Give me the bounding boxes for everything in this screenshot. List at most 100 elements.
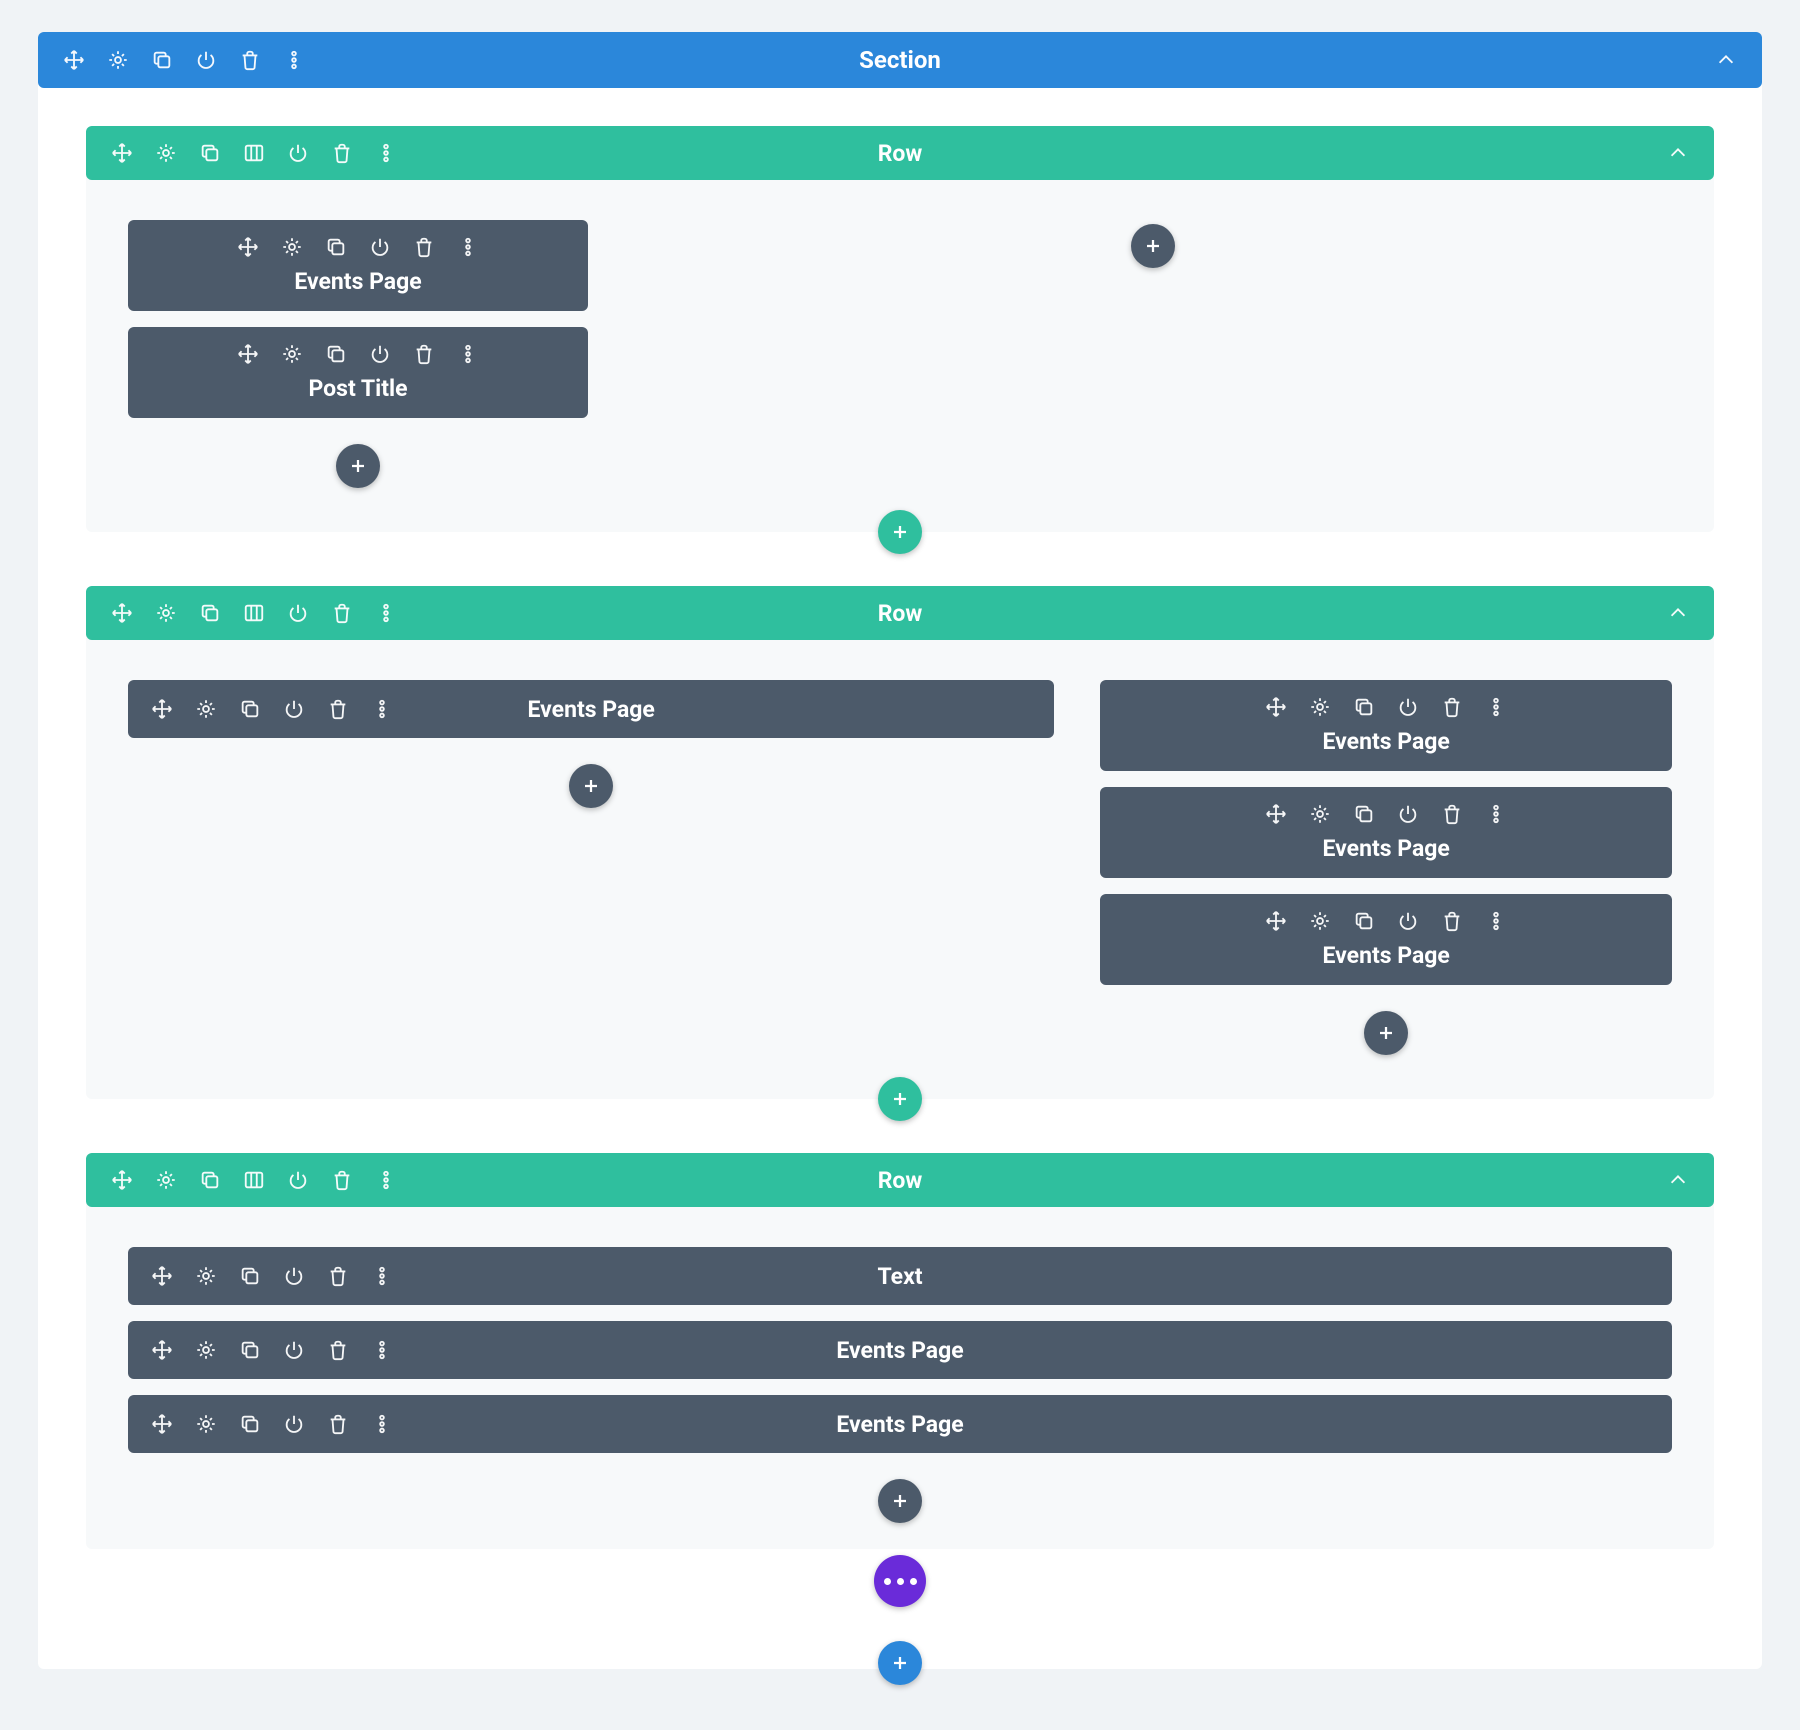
more-icon[interactable] xyxy=(456,342,480,366)
more-icon[interactable] xyxy=(374,141,398,165)
power-icon[interactable] xyxy=(1396,909,1420,933)
trash-icon[interactable] xyxy=(330,601,354,625)
gear-icon[interactable] xyxy=(1308,909,1332,933)
power-icon[interactable] xyxy=(1396,802,1420,826)
trash-icon[interactable] xyxy=(330,1168,354,1192)
row-header[interactable]: Row xyxy=(86,586,1714,640)
move-icon[interactable] xyxy=(62,48,86,72)
trash-icon[interactable] xyxy=(1440,802,1464,826)
clone-icon[interactable] xyxy=(1352,802,1376,826)
power-icon[interactable] xyxy=(282,1338,306,1362)
power-icon[interactable] xyxy=(286,1168,310,1192)
more-icon[interactable] xyxy=(370,1338,394,1362)
columns-icon[interactable] xyxy=(242,141,266,165)
add-module-button[interactable] xyxy=(1131,224,1175,268)
more-icon[interactable] xyxy=(374,1168,398,1192)
module-events-page[interactable]: Events Page xyxy=(1100,894,1672,985)
move-icon[interactable] xyxy=(1264,695,1288,719)
columns-icon[interactable] xyxy=(242,1168,266,1192)
move-icon[interactable] xyxy=(150,1338,174,1362)
module-post-title[interactable]: Post Title xyxy=(128,327,588,418)
more-icon[interactable] xyxy=(1484,695,1508,719)
clone-icon[interactable] xyxy=(1352,695,1376,719)
module-events-page[interactable]: Events Page xyxy=(1100,787,1672,878)
trash-icon[interactable] xyxy=(326,697,350,721)
clone-icon[interactable] xyxy=(198,1168,222,1192)
gear-icon[interactable] xyxy=(154,601,178,625)
move-icon[interactable] xyxy=(236,235,260,259)
more-icon[interactable] xyxy=(1484,909,1508,933)
clone-icon[interactable] xyxy=(238,1264,262,1288)
move-icon[interactable] xyxy=(150,697,174,721)
gear-icon[interactable] xyxy=(194,697,218,721)
gear-icon[interactable] xyxy=(154,141,178,165)
chevron-up-icon[interactable] xyxy=(1666,141,1690,165)
gear-icon[interactable] xyxy=(154,1168,178,1192)
row-header[interactable]: Row xyxy=(86,126,1714,180)
module-events-page[interactable]: Events Page xyxy=(1100,680,1672,771)
move-icon[interactable] xyxy=(110,601,134,625)
move-icon[interactable] xyxy=(110,141,134,165)
more-icon[interactable] xyxy=(1484,802,1508,826)
more-actions-button[interactable] xyxy=(874,1555,926,1607)
clone-icon[interactable] xyxy=(238,697,262,721)
power-icon[interactable] xyxy=(282,1412,306,1436)
more-icon[interactable] xyxy=(370,1412,394,1436)
power-icon[interactable] xyxy=(194,48,218,72)
module-events-page[interactable]: Events Page xyxy=(128,1395,1672,1453)
power-icon[interactable] xyxy=(286,601,310,625)
clone-icon[interactable] xyxy=(238,1412,262,1436)
add-section-button[interactable] xyxy=(878,1641,922,1685)
move-icon[interactable] xyxy=(236,342,260,366)
gear-icon[interactable] xyxy=(280,342,304,366)
clone-icon[interactable] xyxy=(324,342,348,366)
gear-icon[interactable] xyxy=(194,1412,218,1436)
gear-icon[interactable] xyxy=(1308,802,1332,826)
chevron-up-icon[interactable] xyxy=(1714,48,1738,72)
trash-icon[interactable] xyxy=(326,1264,350,1288)
clone-icon[interactable] xyxy=(150,48,174,72)
power-icon[interactable] xyxy=(286,141,310,165)
trash-icon[interactable] xyxy=(1440,909,1464,933)
more-icon[interactable] xyxy=(370,697,394,721)
more-icon[interactable] xyxy=(370,1264,394,1288)
add-module-button[interactable] xyxy=(336,444,380,488)
power-icon[interactable] xyxy=(1396,695,1420,719)
row-header[interactable]: Row xyxy=(86,1153,1714,1207)
add-module-button[interactable] xyxy=(1364,1011,1408,1055)
gear-icon[interactable] xyxy=(280,235,304,259)
add-row-button[interactable] xyxy=(878,510,922,554)
trash-icon[interactable] xyxy=(326,1412,350,1436)
chevron-up-icon[interactable] xyxy=(1666,601,1690,625)
module-events-page[interactable]: Events Page xyxy=(128,1321,1672,1379)
module-events-page[interactable]: Events Page xyxy=(128,680,1054,738)
trash-icon[interactable] xyxy=(1440,695,1464,719)
add-module-button[interactable] xyxy=(878,1479,922,1523)
add-row-button[interactable] xyxy=(878,1077,922,1121)
move-icon[interactable] xyxy=(110,1168,134,1192)
power-icon[interactable] xyxy=(368,235,392,259)
move-icon[interactable] xyxy=(150,1264,174,1288)
trash-icon[interactable] xyxy=(326,1338,350,1362)
gear-icon[interactable] xyxy=(106,48,130,72)
gear-icon[interactable] xyxy=(194,1338,218,1362)
power-icon[interactable] xyxy=(282,697,306,721)
gear-icon[interactable] xyxy=(194,1264,218,1288)
section-header[interactable]: Section xyxy=(38,32,1762,88)
clone-icon[interactable] xyxy=(238,1338,262,1362)
power-icon[interactable] xyxy=(368,342,392,366)
clone-icon[interactable] xyxy=(198,141,222,165)
trash-icon[interactable] xyxy=(330,141,354,165)
chevron-up-icon[interactable] xyxy=(1666,1168,1690,1192)
trash-icon[interactable] xyxy=(412,235,436,259)
move-icon[interactable] xyxy=(1264,802,1288,826)
clone-icon[interactable] xyxy=(198,601,222,625)
more-icon[interactable] xyxy=(282,48,306,72)
clone-icon[interactable] xyxy=(1352,909,1376,933)
gear-icon[interactable] xyxy=(1308,695,1332,719)
power-icon[interactable] xyxy=(282,1264,306,1288)
move-icon[interactable] xyxy=(1264,909,1288,933)
trash-icon[interactable] xyxy=(238,48,262,72)
trash-icon[interactable] xyxy=(412,342,436,366)
add-module-button[interactable] xyxy=(569,764,613,808)
